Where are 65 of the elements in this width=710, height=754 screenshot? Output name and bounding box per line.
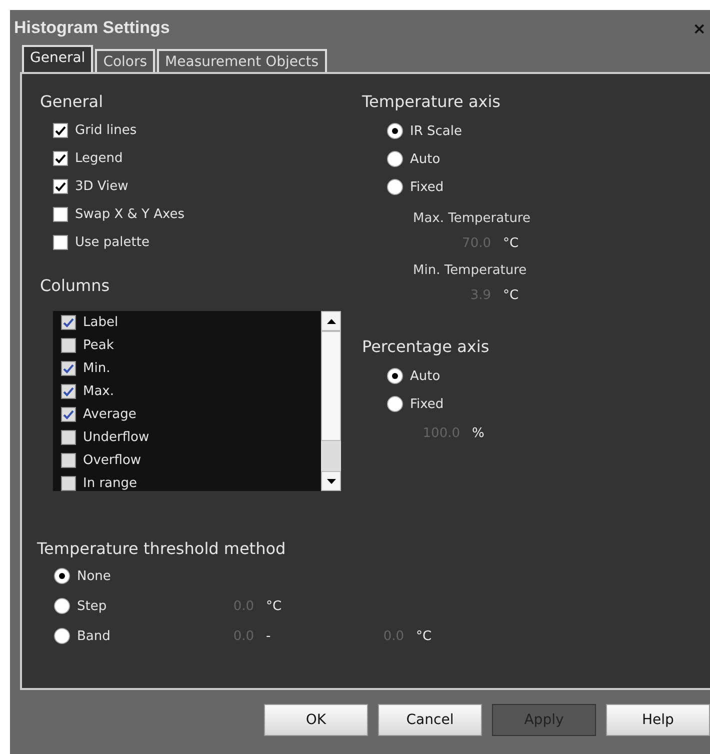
dialog-button[interactable]: OK	[264, 704, 368, 736]
radio-label: None	[77, 568, 111, 584]
window-title: Histogram Settings	[14, 18, 170, 38]
radio-label: Auto	[410, 152, 440, 166]
list-item[interactable]: Label	[83, 315, 118, 330]
tab[interactable]: Measurement Objects	[157, 49, 326, 72]
radio-button[interactable]	[54, 568, 70, 584]
unit-label: °C	[503, 236, 519, 251]
radio-button[interactable]	[387, 151, 403, 167]
list-item[interactable]: Average	[83, 407, 136, 422]
checkbox-label: Grid lines	[75, 123, 137, 138]
list-item[interactable]: Max.	[83, 384, 114, 399]
section-heading: Percentage axis	[362, 337, 490, 356]
radio-button[interactable]	[387, 396, 403, 412]
checkbox-label: Swap X & Y Axes	[75, 207, 185, 222]
unit-label: -	[266, 628, 272, 644]
unit-label: °C	[503, 288, 519, 303]
unit-label: %	[472, 426, 484, 441]
checkbox[interactable]	[61, 338, 76, 353]
radio-button[interactable]	[54, 598, 70, 614]
field-label: Min. Temperature	[413, 263, 528, 278]
checkbox[interactable]	[53, 123, 68, 138]
radio-button[interactable]	[387, 179, 403, 195]
checkbox[interactable]	[53, 179, 68, 194]
scroll-down-icon[interactable]	[321, 471, 341, 491]
radio-label: IR Scale	[410, 124, 462, 138]
section-heading: Temperature axis	[362, 92, 502, 111]
checkbox[interactable]	[61, 315, 76, 330]
list-item[interactable]: Overflow	[83, 453, 142, 468]
checkbox-label: 3D View	[75, 179, 128, 194]
checkbox[interactable]	[61, 384, 76, 399]
list-item[interactable]: In range	[83, 476, 138, 491]
checkbox[interactable]	[53, 151, 68, 166]
checkbox-label: Use palette	[75, 235, 150, 250]
scrollbar[interactable]	[321, 311, 341, 491]
radio-label: Band	[77, 628, 110, 644]
section-heading: Columns	[40, 276, 111, 295]
radio-button[interactable]	[387, 368, 403, 384]
checkbox[interactable]	[53, 235, 68, 250]
tab[interactable]: General	[22, 45, 94, 72]
radio-button[interactable]	[54, 628, 70, 644]
checkbox-label: Legend	[75, 151, 123, 166]
checkbox[interactable]	[61, 407, 76, 422]
list-item[interactable]: Underflow	[83, 430, 150, 445]
radio-button[interactable]	[387, 123, 403, 139]
list-item[interactable]: Peak	[83, 338, 114, 353]
radio-label: Fixed	[410, 396, 444, 412]
radio-label: Step	[77, 598, 107, 614]
section-heading: General	[40, 92, 104, 111]
checkbox[interactable]	[61, 361, 76, 376]
checkbox[interactable]	[61, 453, 76, 468]
list-item[interactable]: Min.	[83, 361, 110, 376]
unit-label: °C	[416, 628, 433, 644]
checkbox[interactable]	[61, 430, 76, 445]
tab[interactable]: Colors	[95, 49, 156, 72]
dialog-button[interactable]: Cancel	[378, 704, 482, 736]
checkbox[interactable]	[61, 476, 76, 491]
checkbox[interactable]	[53, 207, 68, 222]
radio-label: Auto	[410, 368, 440, 384]
radio-label: Fixed	[410, 180, 444, 194]
scroll-up-icon[interactable]	[321, 311, 341, 331]
unit-label: °C	[266, 598, 283, 614]
field-label: Max. Temperature	[413, 211, 532, 226]
section-heading: Temperature threshold method	[37, 539, 287, 558]
dialog-button[interactable]: Help	[606, 704, 710, 736]
